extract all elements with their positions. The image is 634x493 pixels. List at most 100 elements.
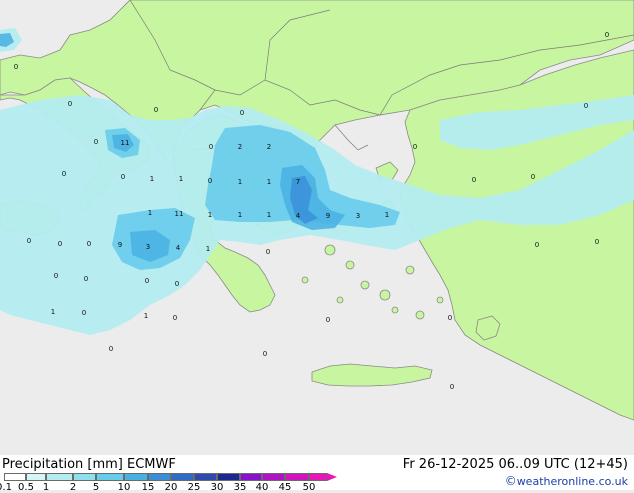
legend-level-label: 15 bbox=[141, 482, 155, 493]
map-canvas: 11 1 1 2 2 1 1 7 1 11 1 1 1 4 9 3 1 3 4 … bbox=[0, 0, 634, 455]
precip-value: 11 bbox=[121, 139, 130, 147]
legend-color-swatch bbox=[4, 473, 26, 481]
legend-level-label: 2 bbox=[69, 482, 77, 493]
legend-color-swatch bbox=[285, 473, 309, 481]
land-island bbox=[360, 280, 370, 290]
land-island bbox=[415, 310, 425, 320]
precip-value: 1 bbox=[144, 312, 148, 320]
land-island bbox=[324, 244, 336, 256]
precip-value: 0 bbox=[448, 314, 452, 322]
legend-level-label: 10 bbox=[117, 482, 131, 493]
legend-level-label: 40 bbox=[255, 482, 269, 493]
precip-value: 0 bbox=[94, 138, 98, 146]
precip-value: 0 bbox=[413, 143, 417, 151]
precip-value: 0 bbox=[535, 241, 539, 249]
site-credit-text: weatheronline.co.uk bbox=[516, 475, 628, 488]
legend-color-swatch bbox=[309, 473, 327, 481]
precip-value: 1 bbox=[267, 211, 271, 219]
land-island bbox=[301, 276, 309, 284]
precip-value: 0 bbox=[209, 143, 213, 151]
precip-value: 0 bbox=[121, 173, 125, 181]
legend-color-swatch bbox=[240, 473, 262, 481]
precip-value: 0 bbox=[266, 248, 270, 256]
precip-value: 0 bbox=[605, 31, 609, 39]
legend-color-swatch bbox=[171, 473, 194, 481]
legend-color-swatch bbox=[194, 473, 217, 481]
precip-value: 0 bbox=[173, 314, 177, 322]
legend-level-label: 30 bbox=[210, 482, 224, 493]
forecast-timestamp: Fr 26-12-2025 06..09 UTC (12+45) bbox=[402, 457, 628, 472]
precip-value: 1 bbox=[51, 308, 55, 316]
legend-color-swatch bbox=[217, 473, 240, 481]
legend-color-swatch bbox=[124, 473, 148, 481]
precip-value: 0 bbox=[27, 237, 31, 245]
precip-value: 1 bbox=[267, 178, 271, 186]
precip-value: 0 bbox=[154, 106, 158, 114]
legend-color-swatch bbox=[96, 473, 124, 481]
precip-value: 0 bbox=[175, 280, 179, 288]
map-title: Precipitation [mm] ECMWF bbox=[2, 457, 176, 472]
legend-color-swatch bbox=[262, 473, 285, 481]
precip-value: 1 bbox=[179, 175, 183, 183]
legend-level-label: 45 bbox=[278, 482, 292, 493]
precip-value: 0 bbox=[208, 177, 212, 185]
precip-value: 0 bbox=[326, 316, 330, 324]
precip-value: 0 bbox=[595, 238, 599, 246]
precip-value: 0 bbox=[84, 275, 88, 283]
precip-value: 11 bbox=[175, 210, 184, 218]
precip-value: 0 bbox=[58, 240, 62, 248]
precip-value: 0 bbox=[68, 100, 72, 108]
precip-value: 2 bbox=[238, 143, 242, 151]
precip-value: 3 bbox=[356, 212, 360, 220]
precip-value: 0 bbox=[82, 309, 86, 317]
land-island bbox=[391, 306, 399, 314]
precip-value: 0 bbox=[240, 109, 244, 117]
land-island bbox=[379, 289, 391, 301]
legend-color-swatch bbox=[73, 473, 96, 481]
copyright-symbol: © bbox=[504, 474, 517, 488]
land-island bbox=[405, 265, 415, 275]
precipitation-map: 11 1 1 2 2 1 1 7 1 11 1 1 1 4 9 3 1 3 4 … bbox=[0, 0, 634, 455]
precip-value: 3 bbox=[146, 243, 150, 251]
legend-level-label: 1 bbox=[42, 482, 50, 493]
precip-value: 9 bbox=[326, 212, 330, 220]
legend-color-swatch bbox=[148, 473, 171, 481]
legend-level-label: 50 bbox=[302, 482, 316, 493]
precip-value: 4 bbox=[296, 212, 301, 220]
legend-level-label: 0.5 bbox=[18, 482, 34, 493]
precip-value: 0 bbox=[450, 383, 454, 391]
legend-level-label: 35 bbox=[233, 482, 247, 493]
precip-value: 0 bbox=[87, 240, 91, 248]
land-island bbox=[345, 260, 355, 270]
precip-value: 0 bbox=[531, 173, 535, 181]
legend-level-label: 0.1 bbox=[0, 482, 12, 493]
legend-arrow-tip bbox=[327, 473, 337, 481]
precip-value: 0 bbox=[62, 170, 66, 178]
precip-value: 1 bbox=[238, 211, 242, 219]
precip-value: 0 bbox=[109, 345, 113, 353]
precip-value: 9 bbox=[118, 241, 122, 249]
precip-value: 1 bbox=[238, 178, 242, 186]
precip-value: 1 bbox=[208, 211, 212, 219]
precip-value: 0 bbox=[472, 176, 476, 184]
precip-value: 1 bbox=[385, 211, 389, 219]
legend-level-label: 25 bbox=[187, 482, 201, 493]
legend-level-label: 5 bbox=[92, 482, 100, 493]
legend-level-label: 20 bbox=[164, 482, 178, 493]
precip-value: 4 bbox=[176, 244, 181, 252]
map-footer: Precipitation [mm] ECMWF Fr 26-12-2025 0… bbox=[0, 455, 634, 493]
precip-value: 2 bbox=[267, 143, 271, 151]
precip-value: 1 bbox=[206, 245, 210, 253]
precip-value: 0 bbox=[584, 102, 588, 110]
legend-color-swatch bbox=[26, 473, 46, 481]
precip-value: 1 bbox=[148, 209, 152, 217]
land-island bbox=[436, 296, 444, 304]
land-island bbox=[336, 296, 344, 304]
precip-value: 0 bbox=[14, 63, 18, 71]
site-credit[interactable]: ©weatheronline.co.uk bbox=[505, 474, 628, 488]
precip-value: 1 bbox=[150, 175, 154, 183]
precip-value: 7 bbox=[296, 178, 300, 186]
precip-value: 0 bbox=[145, 277, 149, 285]
precip-value: 0 bbox=[263, 350, 267, 358]
legend-color-swatch bbox=[46, 473, 73, 481]
